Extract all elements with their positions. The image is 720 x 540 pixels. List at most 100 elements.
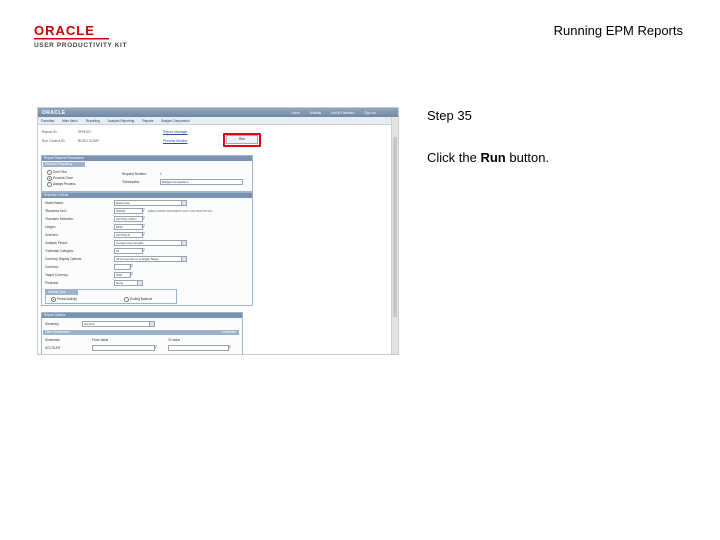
- process-monitor-link[interactable]: Process Monitor: [163, 139, 188, 143]
- process-frequency-title: Process Frequency: [43, 162, 85, 167]
- hierarchy-select[interactable]: Account: [82, 321, 155, 327]
- target-currency-input[interactable]: USD: [114, 272, 131, 278]
- field-label-analysis-period: Analysis Period:: [45, 241, 68, 245]
- menu-budget-comparison[interactable]: Budget Comparison: [161, 119, 189, 123]
- activity-radio-period[interactable]: [51, 297, 56, 302]
- lookup-icon[interactable]: ⚲: [142, 223, 145, 228]
- lookup-icon[interactable]: ⚲: [142, 247, 145, 252]
- report-request-title: Report Request Parameters: [42, 156, 252, 161]
- app-brand: ORACLE: [42, 110, 66, 116]
- lookup-icon[interactable]: ⚲: [154, 344, 157, 349]
- lookup-icon[interactable]: ⚲: [130, 263, 133, 268]
- app-header-bar: ORACLE Home Worklist Add to Favorites Si…: [38, 108, 398, 117]
- chevron-down-icon: [181, 201, 186, 205]
- description-input[interactable]: Budget Comparison: [160, 179, 243, 185]
- description-label: *Description:: [122, 180, 141, 184]
- field-label-business-unit: *Business Unit:: [45, 209, 67, 213]
- lookup-icon[interactable]: ⚲: [228, 344, 231, 349]
- top-link-sign-out[interactable]: Sign out: [364, 111, 376, 115]
- business-unit-description: EMEA MODEL BUSINESS UNIT FOR REPORTING: [148, 209, 213, 213]
- report-options-title: Report Options: [42, 313, 242, 318]
- menu-reporting[interactable]: Reporting: [86, 119, 100, 123]
- activity-label-period: Period Activity: [57, 297, 78, 301]
- scenario-input[interactable]: ACTUALS: [114, 232, 143, 238]
- run-control-label: Run Control ID:: [42, 139, 66, 143]
- analysis-period-select[interactable]: Current Year Actuals: [114, 240, 187, 246]
- report-id-value: EPM101: [78, 130, 92, 134]
- field-label-model: Model Name:: [45, 201, 64, 205]
- chevron-down-icon: [181, 241, 186, 245]
- menu-analysis-reporting[interactable]: Analysis Reporting: [108, 119, 135, 123]
- activity-type-group: Activity Type Period Activity Ending Bal…: [45, 289, 177, 304]
- freq-radio-dont-run[interactable]: [47, 170, 52, 175]
- top-link-home[interactable]: Home: [291, 111, 300, 115]
- filter-from-input[interactable]: [92, 345, 155, 351]
- currency-display-select[interactable]: All Currencies to a Single Target: [114, 256, 187, 262]
- calendar-category-input[interactable]: 01: [114, 248, 143, 254]
- lookup-icon[interactable]: ⚲: [142, 215, 145, 220]
- business-unit-input[interactable]: US001: [114, 208, 143, 214]
- instruction-suffix: button.: [505, 150, 550, 165]
- field-label-ledger: Ledger:: [45, 225, 56, 229]
- report-options-section: Report Options Hierarchy: Account Filter…: [41, 312, 243, 354]
- filter-col-from: From Value: [92, 338, 109, 342]
- top-link-worklist[interactable]: Worklist: [310, 111, 321, 115]
- field-label-currency-display: Currency Display Options:: [45, 257, 83, 261]
- chevron-down-icon: [137, 281, 142, 285]
- field-label-scenario: Scenario:: [45, 233, 59, 237]
- menu-main[interactable]: Main Menu: [62, 119, 78, 123]
- analysis-period-value: Current Year Actuals: [116, 241, 144, 245]
- scroll-thumb[interactable]: [393, 137, 397, 317]
- report-request-section: Report Request Parameters Process Freque…: [41, 155, 253, 192]
- app-screenshot: ORACLE Home Worklist Add to Favorites Si…: [37, 107, 399, 355]
- selection-criteria-section: Selection Criteria Model Name: Enterpris…: [41, 192, 253, 306]
- freq-radio-process-once[interactable]: [47, 176, 52, 181]
- freq-label-process-once: Process Once: [53, 176, 74, 180]
- page-title: Running EPM Reports: [553, 23, 683, 38]
- lookup-icon[interactable]: ⚲: [130, 271, 133, 276]
- menu-favorites[interactable]: Favorites: [41, 119, 54, 123]
- run-control-value: BUDG COMP: [78, 139, 99, 143]
- step-instruction: Click the Run button.: [427, 150, 549, 165]
- top-link-add-favorites[interactable]: Add to Favorites: [331, 111, 354, 115]
- run-button-highlight: [223, 133, 261, 147]
- freq-radio-always[interactable]: [47, 182, 52, 187]
- menu-reports[interactable]: Reports: [142, 119, 153, 123]
- lookup-icon[interactable]: ⚲: [142, 207, 145, 212]
- filter-to-input[interactable]: [168, 345, 229, 351]
- instruction-prefix: Click the: [427, 150, 481, 165]
- app-scrollbar[interactable]: [391, 117, 398, 354]
- ledger-input[interactable]: EPM: [114, 224, 143, 230]
- freq-label-always: Always Process: [53, 182, 76, 186]
- freq-label-dont-run: Don't Run: [53, 170, 68, 174]
- app-top-links: Home Worklist Add to Favorites Sign out: [291, 111, 376, 115]
- field-label-scenario-selection: *Scenario Selection:: [45, 217, 74, 221]
- filter-col-to: To Value: [168, 338, 181, 342]
- filter-dimensions-header: Filter Dimensions Customize: [43, 330, 239, 335]
- oracle-upk-logo: ORACLE USER PRODUCTIVITY KIT: [34, 24, 164, 49]
- activity-type-title: Activity Type: [46, 290, 78, 295]
- step-number: Step 35: [427, 108, 472, 123]
- hierarchy-label: Hierarchy:: [45, 322, 60, 326]
- request-number-value: 1: [160, 172, 162, 176]
- request-number-label: Request Number:: [122, 172, 147, 176]
- model-select-value: Enterprise: [116, 201, 130, 205]
- scenario-selection-input[interactable]: ACTUAL ONLY: [114, 216, 143, 222]
- filter-col-dimension: Dimension: [45, 338, 61, 342]
- lookup-icon[interactable]: ⚲: [142, 231, 145, 236]
- field-label-currency: Currency:: [45, 265, 59, 269]
- report-manager-link[interactable]: Report Manager: [163, 130, 188, 134]
- currency-input[interactable]: [114, 264, 131, 270]
- field-label-precision: Precision:: [45, 281, 59, 285]
- logo-underline: [34, 38, 109, 40]
- activity-label-ending: Ending Balance: [130, 297, 153, 301]
- precision-select[interactable]: None: [114, 280, 143, 286]
- app-breadcrumb-menu: Favorites Main Menu Reporting Analysis R…: [38, 117, 398, 125]
- currency-display-value: All Currencies to a Single Target: [116, 257, 159, 261]
- model-select[interactable]: Enterprise: [114, 200, 187, 206]
- filter-customize-link[interactable]: Customize: [221, 330, 236, 335]
- activity-radio-ending[interactable]: [124, 297, 129, 302]
- logo-brand: ORACLE: [34, 23, 95, 38]
- field-label-target-currency: Target Currency:: [45, 273, 69, 277]
- chevron-down-icon: [149, 322, 154, 326]
